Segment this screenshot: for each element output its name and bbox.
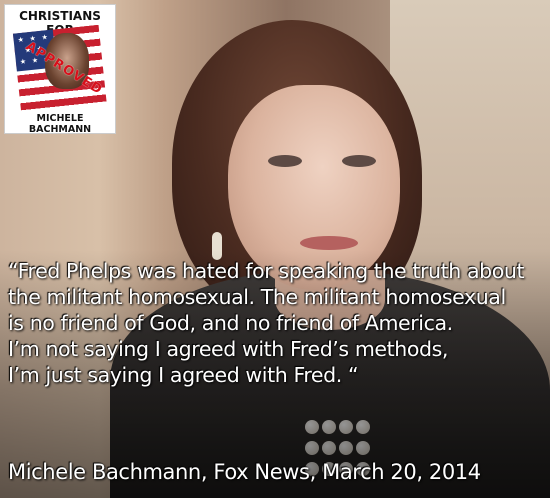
photo-eye-right — [342, 155, 376, 167]
quote-line: I’m not saying I agreed with Fred’s meth… — [8, 337, 448, 361]
quote-line: is no friend of God, and no friend of Am… — [8, 311, 453, 335]
meme-image: CHRISTIANS FOR ★★★ ★★ ★★★ APPROVED MICHE… — [0, 0, 550, 498]
quote-text: “Fred Phelps was hated for speaking the … — [8, 258, 546, 388]
quote-line: I’m just saying I agreed with Fred. “ — [8, 363, 359, 387]
logo-bottom-text: MICHELE BACHMANN — [28, 113, 92, 135]
quote-line: “Fred Phelps was hated for speaking the … — [8, 259, 525, 283]
quote-line: the militant homosexual. The militant ho… — [8, 285, 506, 309]
photo-eye-left — [268, 155, 302, 167]
quote-attribution: Michele Bachmann, Fox News, March 20, 20… — [8, 460, 481, 484]
photo-lips — [300, 236, 358, 250]
christians-for-logo: CHRISTIANS FOR ★★★ ★★ ★★★ APPROVED MICHE… — [4, 4, 116, 135]
